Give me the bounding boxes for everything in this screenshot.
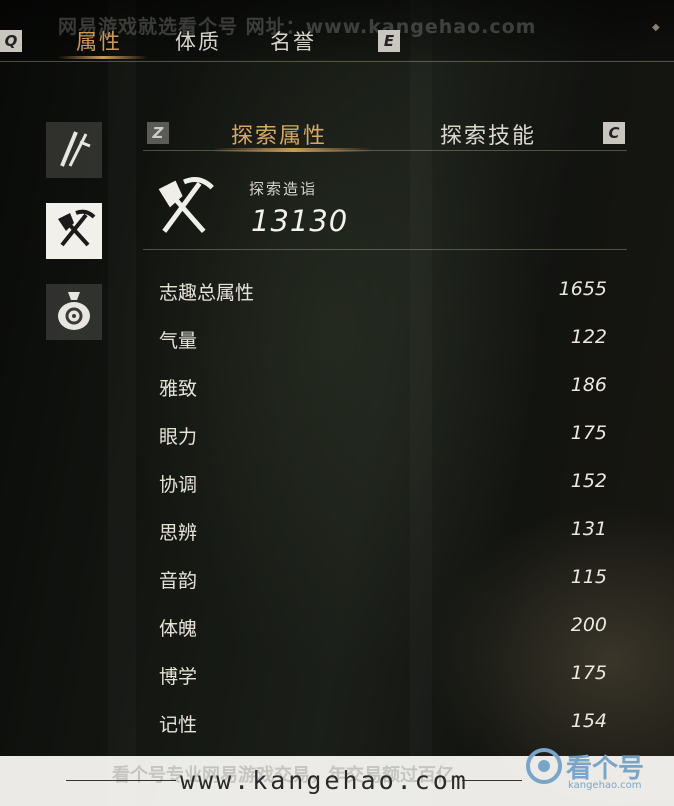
attribute-row: 志趣总属性 1655 [159, 278, 607, 308]
active-tab-underline [58, 56, 148, 59]
attribute-label: 眼力 [159, 426, 198, 448]
attribute-row: 体魄 200 [159, 614, 607, 644]
watermark-rule-left [66, 780, 176, 781]
weapons-icon [54, 126, 94, 174]
summary-divider [143, 249, 627, 250]
ornament-icon: ◆ [652, 22, 660, 33]
attribute-row: 博学 175 [159, 662, 607, 692]
watermark-url: www.kangehao.com [180, 766, 469, 795]
exploration-panel: Z 探索属性 探索技能 C 探索造诣 13130 志趣总属性 1655 气量 122 雅… [143, 108, 627, 748]
attribute-row: 气量 122 [159, 326, 607, 356]
exploration-mastery-label: 探索造诣 [249, 180, 318, 198]
side-tab-exploration[interactable] [46, 203, 102, 259]
attribute-row: 记性 154 [159, 710, 607, 740]
attribute-value: 175 [570, 662, 607, 684]
shovel-pickaxe-icon [52, 207, 96, 255]
side-tab-combat[interactable] [46, 122, 102, 178]
attribute-value: 131 [570, 518, 607, 540]
exploration-mastery-value: 13130 [251, 204, 349, 238]
key-hint-z: Z [147, 122, 169, 144]
shovel-pickaxe-icon [153, 174, 215, 242]
attribute-label: 志趣总属性 [159, 282, 255, 304]
tab-exploration-attributes[interactable]: 探索属性 [231, 118, 327, 150]
active-subtab-underline [213, 148, 373, 152]
attribute-row: 思辨 131 [159, 518, 607, 548]
watermark-logo-sub: kangehao.com [568, 780, 642, 791]
attribute-value: 122 [570, 326, 607, 348]
tab-constitution[interactable]: 体质 [175, 26, 221, 56]
attribute-label: 气量 [159, 330, 198, 352]
attribute-label: 思辨 [159, 522, 198, 544]
attribute-value: 1655 [558, 278, 607, 300]
attribute-row: 雅致 186 [159, 374, 607, 404]
attribute-label: 记性 [159, 714, 198, 736]
attribute-value: 115 [570, 566, 607, 588]
attribute-row: 协调 152 [159, 470, 607, 500]
attribute-row: 音韵 115 [159, 566, 607, 596]
attribute-value: 152 [570, 470, 607, 492]
money-bag-icon [54, 288, 94, 336]
kangehao-logo-icon [522, 744, 566, 788]
attribute-label: 音韵 [159, 570, 198, 592]
top-divider [0, 61, 674, 62]
attribute-label: 雅致 [159, 378, 198, 400]
attribute-label: 体魄 [159, 618, 198, 640]
tab-attributes[interactable]: 属性 [76, 26, 122, 56]
watermark-rule-right [462, 780, 522, 781]
key-hint-c: C [603, 122, 625, 144]
attribute-label: 博学 [159, 666, 198, 688]
key-hint-q: Q [0, 30, 22, 52]
attribute-row: 眼力 175 [159, 422, 607, 452]
attribute-value: 186 [570, 374, 607, 396]
key-hint-e: E [378, 30, 400, 52]
attribute-value: 200 [570, 614, 607, 636]
attribute-value: 154 [570, 710, 607, 732]
attribute-label: 协调 [159, 474, 198, 496]
side-tab-wealth[interactable] [46, 284, 102, 340]
tab-exploration-skills[interactable]: 探索技能 [440, 118, 536, 150]
tab-reputation[interactable]: 名誉 [270, 26, 316, 56]
attribute-value: 175 [570, 422, 607, 444]
